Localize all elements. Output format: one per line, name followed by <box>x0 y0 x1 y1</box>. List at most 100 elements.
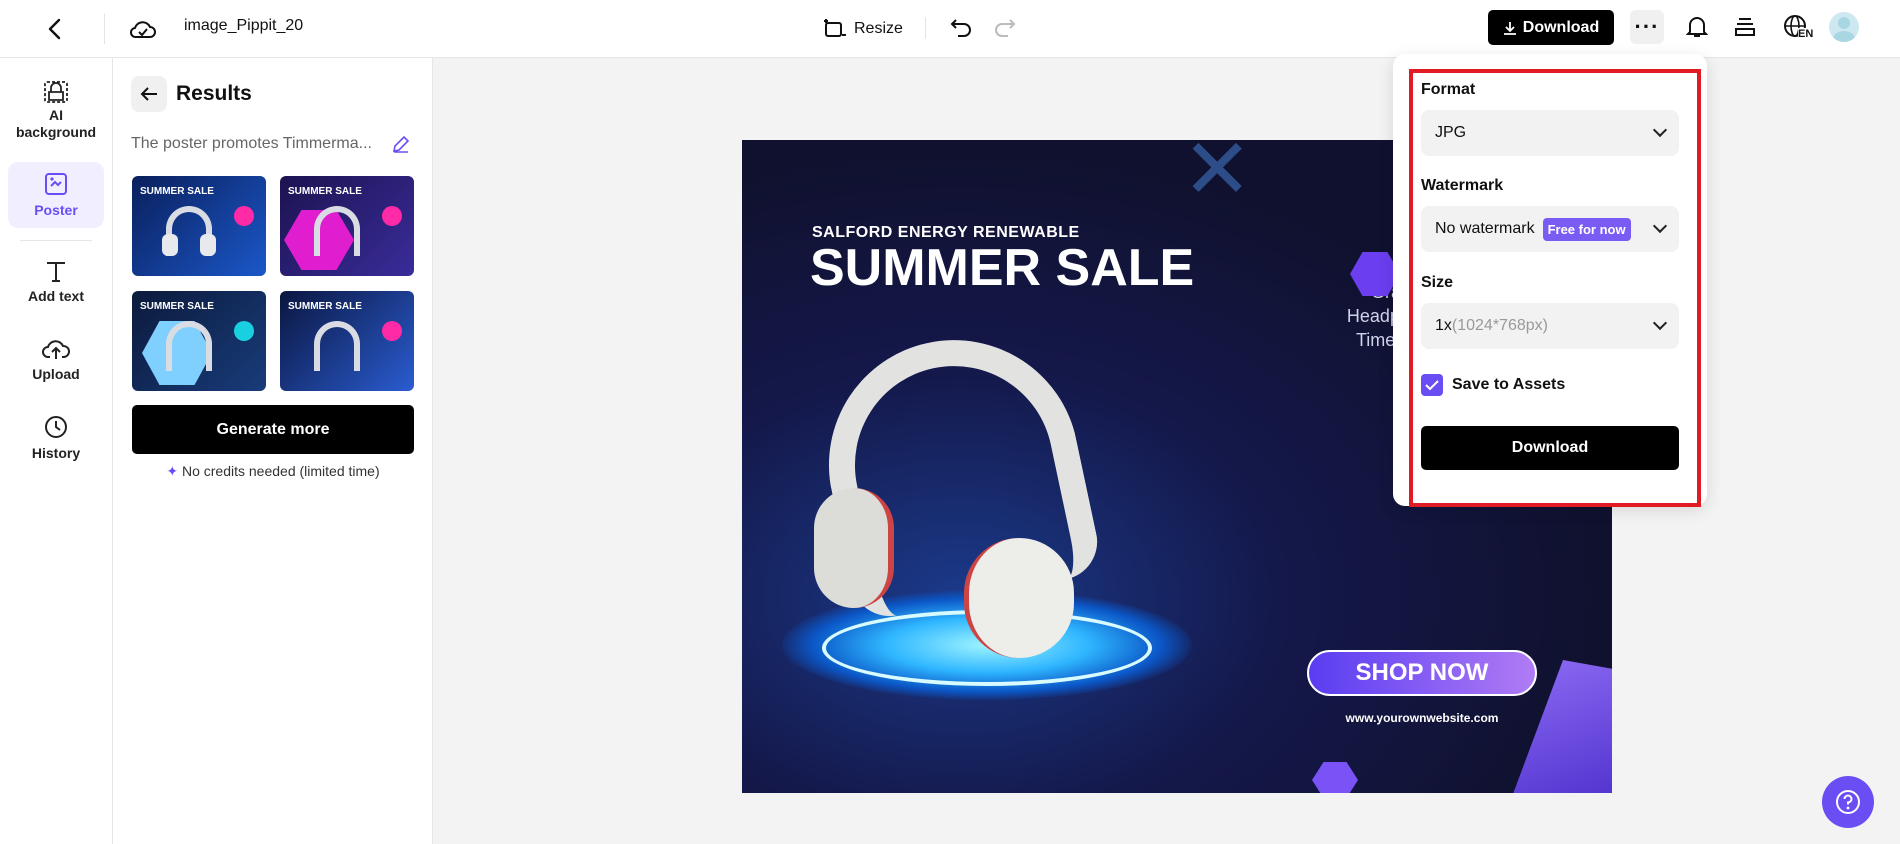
popup-download-button[interactable]: Download <box>1421 426 1679 470</box>
chevron-down-icon <box>1652 218 1668 234</box>
edit-prompt-button[interactable] <box>391 134 413 156</box>
headphone-cup <box>200 234 216 256</box>
chevron-down-icon <box>1652 315 1668 331</box>
chevron-down-icon <box>1652 122 1668 138</box>
help-icon <box>1836 790 1860 814</box>
resize-button[interactable]: Resize <box>822 12 916 46</box>
sidebar-item-label: Upload <box>32 366 80 382</box>
sidebar-item-ai-background[interactable]: AI background <box>8 74 104 144</box>
notifications-button[interactable] <box>1682 12 1712 42</box>
discount-badge <box>382 321 402 341</box>
chevron-left-icon <box>48 18 61 40</box>
watermark-label: Watermark <box>1421 177 1504 194</box>
download-top-button[interactable]: Download <box>1488 10 1614 45</box>
poster-icon <box>45 173 67 195</box>
help-button[interactable] <box>1822 776 1874 828</box>
history-icon <box>45 416 67 438</box>
file-name[interactable]: image_Pippit_20 <box>184 17 303 35</box>
headphone-shape <box>314 321 360 371</box>
watermark-value: No watermark <box>1435 220 1535 237</box>
poster-title: SUMMER SALE <box>810 239 1195 297</box>
sparkle-icon: ✦ <box>166 463 179 479</box>
sidebar-item-upload[interactable]: Upload <box>8 330 104 390</box>
pencil-icon <box>392 135 410 153</box>
undo-button[interactable] <box>946 12 976 42</box>
headphone-cup-left <box>814 488 894 608</box>
cloud-sync-icon[interactable] <box>128 14 158 44</box>
results-title: Results <box>176 82 252 105</box>
headphone-shape <box>166 321 212 371</box>
divider <box>104 14 105 44</box>
layers-icon <box>1735 18 1755 36</box>
sidebar-item-poster[interactable]: Poster <box>8 162 104 228</box>
language-badge: EN <box>1798 28 1814 40</box>
generate-more-button[interactable]: Generate more <box>132 405 414 454</box>
save-to-assets-label[interactable]: Save to Assets <box>1452 376 1565 394</box>
ai-background-icon <box>44 80 68 103</box>
more-icon: ··· <box>1634 14 1660 39</box>
format-select[interactable]: JPG <box>1421 110 1679 156</box>
check-icon <box>1425 380 1439 391</box>
text-icon <box>47 262 65 282</box>
sidebar-item-label: Add text <box>28 288 84 304</box>
headphone-cup-right <box>964 538 1074 658</box>
sidebar-item-history[interactable]: History <box>8 408 104 468</box>
results-back-button[interactable] <box>131 76 167 112</box>
discount-badge <box>382 206 402 226</box>
result-thumbnail[interactable]: SUMMER SALE <box>280 176 414 276</box>
language-button[interactable]: EN <box>1778 10 1814 44</box>
discount-badge <box>234 321 254 341</box>
top-bar: image_Pippit_20 Resize Download ··· EN <box>0 0 1900 58</box>
download-top-label: Download <box>1522 18 1600 36</box>
result-thumbnail[interactable]: SUMMER SALE <box>132 176 266 276</box>
redo-button[interactable] <box>990 12 1020 42</box>
free-tag: Free for now <box>1542 217 1631 241</box>
avatar-head <box>1838 17 1850 29</box>
sidebar-item-label: AI background <box>15 106 97 140</box>
back-button[interactable] <box>40 14 70 44</box>
resize-icon <box>824 19 846 37</box>
thumb-title: SUMMER SALE <box>288 186 362 197</box>
save-to-assets-checkbox[interactable] <box>1421 374 1443 396</box>
more-options-button[interactable]: ··· <box>1630 10 1664 44</box>
avatar-body <box>1833 31 1855 42</box>
size-value: 1x <box>1435 317 1452 334</box>
arrow-left-icon <box>140 87 157 101</box>
poster-website: www.yourownwebsite.com <box>1345 711 1499 725</box>
result-thumbnail[interactable]: SUMMER SALE <box>132 291 266 391</box>
assets-button[interactable] <box>1730 12 1760 42</box>
format-value: JPG <box>1435 124 1467 141</box>
sidebar-divider <box>20 240 92 241</box>
size-hint: (1024*768px) <box>1451 317 1548 334</box>
size-label: Size <box>1421 274 1454 291</box>
result-thumbnail[interactable]: SUMMER SALE <box>280 291 414 391</box>
download-icon <box>1503 21 1516 35</box>
discount-badge <box>234 206 254 226</box>
left-sidebar: AI background Poster Add text Upload His… <box>0 58 113 844</box>
watermark-select[interactable]: No watermark Free for now <box>1421 206 1679 252</box>
prompt-text: The poster promotes Timmerma... <box>131 135 372 152</box>
headphone-shape <box>314 206 360 256</box>
headphone-cup <box>162 234 178 256</box>
credits-note: ✦ No credits needed (limited time) <box>132 463 414 480</box>
size-select[interactable]: 1x (1024*768px) <box>1421 303 1679 349</box>
upload-icon <box>42 340 70 359</box>
sidebar-item-label: Poster <box>34 202 78 218</box>
thumb-title: SUMMER SALE <box>140 186 214 197</box>
format-label: Format <box>1421 81 1476 98</box>
download-settings-popup: Format JPG Watermark No watermark Free f… <box>1393 54 1707 507</box>
bell-icon <box>1686 17 1708 37</box>
resize-label: Resize <box>854 20 903 37</box>
redo-icon <box>995 19 1016 37</box>
sidebar-item-label: History <box>31 445 81 461</box>
purple-hexagon-small <box>1312 762 1358 793</box>
credits-note-text: No credits needed (limited time) <box>181 463 380 479</box>
divider <box>925 17 926 39</box>
results-panel: Results The poster promotes Timmerma... … <box>113 58 433 844</box>
undo-icon <box>950 19 971 37</box>
shop-now-button[interactable]: SHOP NOW <box>1307 650 1537 696</box>
sidebar-item-add-text[interactable]: Add text <box>8 252 104 312</box>
thumb-title: SUMMER SALE <box>140 301 214 312</box>
thumb-title: SUMMER SALE <box>288 301 362 312</box>
avatar[interactable] <box>1829 12 1859 42</box>
